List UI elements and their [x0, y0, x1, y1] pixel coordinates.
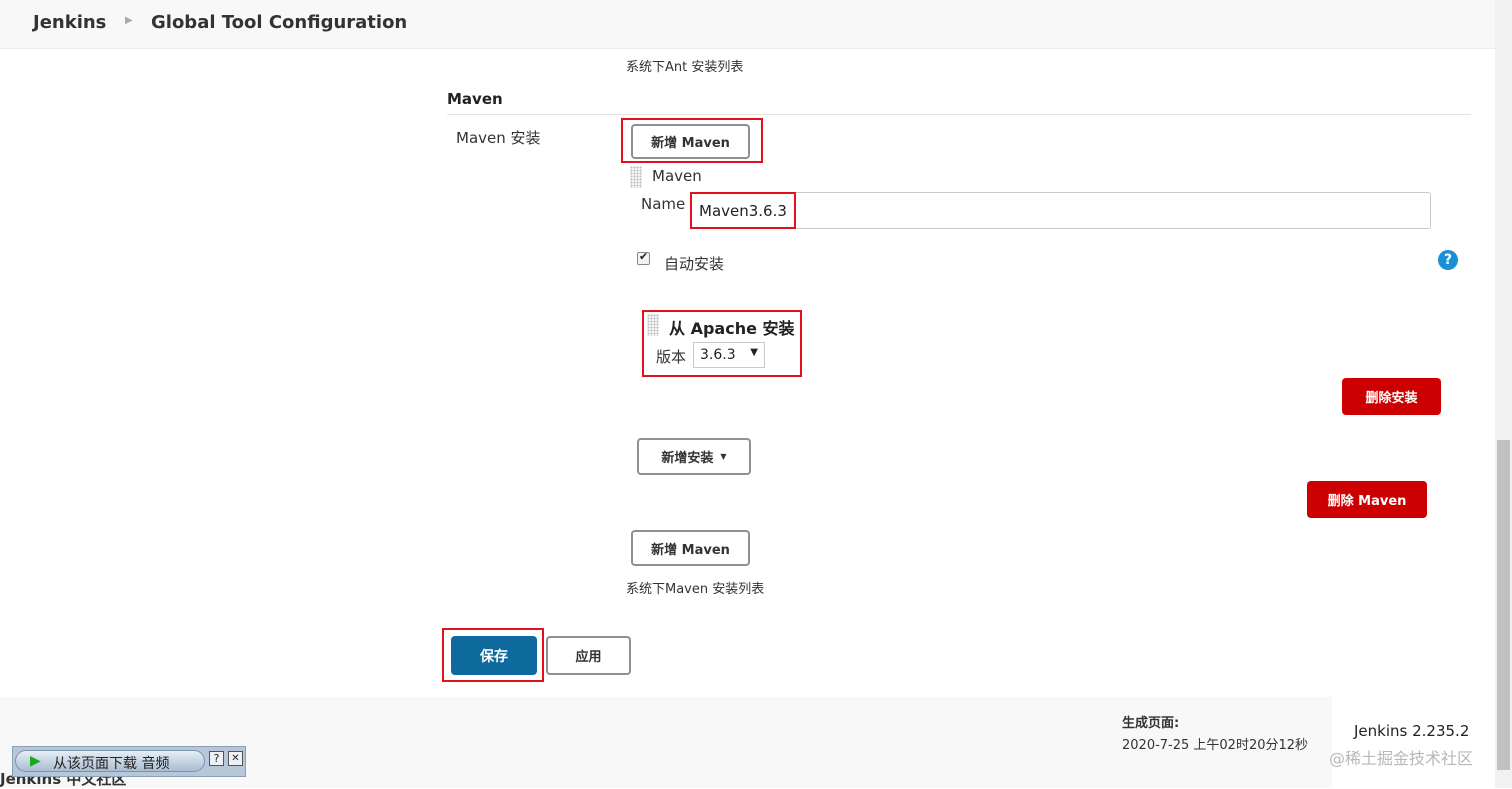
- add-installer-label: 新增安装: [661, 451, 714, 466]
- dropdown-caret-icon: ▼: [750, 347, 758, 358]
- save-button[interactable]: 保存: [451, 636, 537, 675]
- generated-time: 2020-7-25 上午02时20分12秒: [1122, 738, 1309, 753]
- version-panel: [1332, 697, 1495, 788]
- delete-maven-button[interactable]: 删除 Maven: [1307, 481, 1427, 518]
- name-field-label: Name: [641, 195, 686, 213]
- auto-install-label: 自动安装: [664, 255, 725, 273]
- download-audio-button[interactable]: ▶ 从该页面下载 音频: [15, 750, 205, 772]
- maven-name-input[interactable]: Maven3.6.3: [690, 192, 1431, 229]
- dropdown-caret-icon: ▼: [720, 452, 727, 461]
- apply-button[interactable]: 应用: [546, 636, 631, 675]
- ant-list-caption: 系统下Ant 安装列表: [626, 60, 744, 75]
- jenkins-version-link[interactable]: Jenkins 2.235.2: [1354, 722, 1469, 740]
- highlight-box-name: [690, 192, 796, 229]
- version-select[interactable]: 3.6.3 ▼: [693, 342, 765, 368]
- download-help-button[interactable]: ?: [209, 751, 224, 766]
- generated-label: 生成页面:: [1122, 716, 1180, 731]
- version-select-value: 3.6.3: [700, 347, 736, 363]
- download-toolbar: ▶ 从该页面下载 音频 ? ✕: [12, 746, 246, 777]
- breadcrumb-page-title: Global Tool Configuration: [151, 12, 408, 33]
- maven-list-caption: 系统下Maven 安装列表: [626, 582, 765, 597]
- delete-installer-button[interactable]: 删除安装: [1342, 378, 1441, 415]
- maven-section-title: Maven: [447, 90, 503, 108]
- add-maven-button[interactable]: 新增 Maven: [631, 124, 750, 159]
- drag-handle-icon[interactable]: [630, 166, 642, 188]
- maven-installations-label: Maven 安装: [456, 129, 541, 147]
- breadcrumb-jenkins-link[interactable]: Jenkins: [33, 12, 106, 33]
- breadcrumb-arrow-icon: ▶: [125, 15, 133, 26]
- installer-title: 从 Apache 安装: [669, 319, 795, 338]
- auto-install-checkbox[interactable]: ✔: [637, 250, 650, 265]
- close-icon[interactable]: ✕: [228, 751, 243, 766]
- add-installer-button[interactable]: 新增安装 ▼: [637, 438, 751, 475]
- drag-handle-icon[interactable]: [647, 314, 659, 336]
- help-icon[interactable]: ?: [1438, 250, 1458, 270]
- version-label: 版本: [656, 348, 687, 366]
- play-icon: ▶: [30, 753, 41, 769]
- section-divider: [447, 114, 1471, 115]
- add-maven-button-bottom[interactable]: 新增 Maven: [631, 530, 750, 566]
- checkbox-checked-icon: ✔: [639, 250, 649, 263]
- scrollbar-thumb[interactable]: [1497, 440, 1510, 770]
- maven-installation-heading: Maven: [652, 167, 702, 185]
- download-audio-label: 从该页面下载 音频: [53, 756, 170, 772]
- watermark-text: @稀土掘金技术社区: [1329, 749, 1474, 768]
